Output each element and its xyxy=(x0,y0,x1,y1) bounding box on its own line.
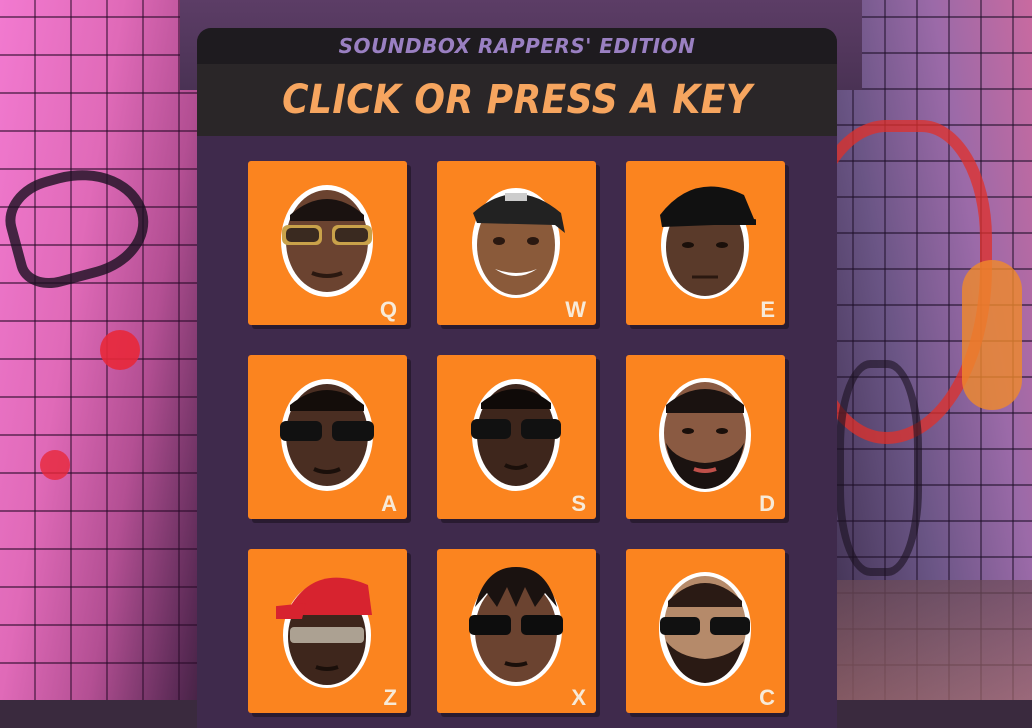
graffiti-mural xyxy=(962,260,1022,410)
background-floor xyxy=(822,580,1032,700)
pad-key-label: W xyxy=(565,297,586,322)
pad-key-label: S xyxy=(571,491,586,516)
sound-pad-s[interactable]: S xyxy=(437,355,596,519)
graffiti-paint-splash xyxy=(40,450,70,480)
instruction-banner: CLICK OR PRESS A KEY xyxy=(197,64,837,136)
pad-key-label: C xyxy=(759,685,775,710)
pad-grid: Q W E A S D Z X C xyxy=(248,161,785,713)
pad-key-label: D xyxy=(759,491,775,516)
sound-pad-e[interactable]: E xyxy=(626,161,785,325)
pad-key-label: Z xyxy=(383,685,397,710)
pad-key-label: X xyxy=(571,685,586,710)
panel-header: SOUNDBOX RAPPERS' EDITION xyxy=(197,28,837,64)
rapper-face-sunglasses-icon xyxy=(471,379,561,491)
sound-pad-c[interactable]: C xyxy=(626,549,785,713)
soundbox-panel: SOUNDBOX RAPPERS' EDITION CLICK OR PRESS… xyxy=(197,28,837,728)
graffiti-mural xyxy=(836,360,922,576)
graffiti-paint-splash xyxy=(100,330,140,370)
sound-pad-w[interactable]: W xyxy=(437,161,596,325)
edition-title: SOUNDBOX RAPPERS' EDITION xyxy=(338,34,696,58)
rapper-face-black-cap-icon xyxy=(660,186,756,299)
pad-key-label: Q xyxy=(379,297,397,322)
sound-pad-d[interactable]: D xyxy=(626,355,785,519)
rapper-face-gold-sunglasses-icon xyxy=(281,185,373,297)
pad-key-label: A xyxy=(381,491,397,516)
sound-pad-z[interactable]: Z xyxy=(248,549,407,713)
rapper-face-beard-sunglasses-icon xyxy=(659,572,751,686)
instruction-text: CLICK OR PRESS A KEY xyxy=(281,77,753,123)
pad-key-label: E xyxy=(760,297,775,322)
rapper-face-beard-icon xyxy=(659,378,751,492)
sound-pad-x[interactable]: X xyxy=(437,549,596,713)
rapper-face-red-cap-icon xyxy=(276,577,372,688)
sound-pad-a[interactable]: A xyxy=(248,355,407,519)
rapper-face-dark-sunglasses-icon xyxy=(280,379,374,491)
rapper-face-bandana-cap-icon xyxy=(472,188,565,298)
sound-pad-q[interactable]: Q xyxy=(248,161,407,325)
rapper-face-braids-sunglasses-icon xyxy=(469,567,563,686)
